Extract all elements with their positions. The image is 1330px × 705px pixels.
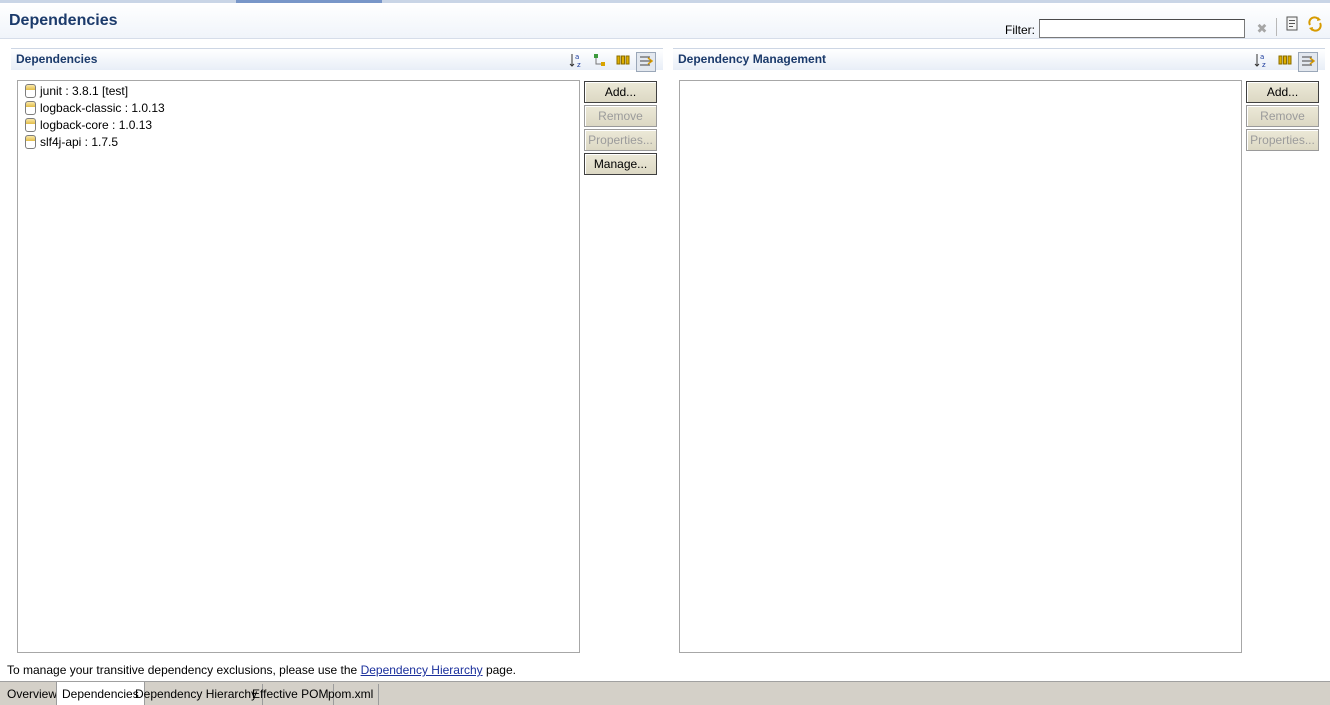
list-item[interactable]: logback-classic : 1.0.13 [25,99,165,116]
list-item[interactable]: junit : 3.8.1 [test] [25,82,128,99]
hint-text-after: page. [482,663,516,677]
remove-managed-dependency-button[interactable]: Remove [1246,105,1319,127]
tab-pom-xml[interactable]: pom.xml [323,684,380,705]
show-groupid-icon[interactable] [590,52,610,72]
sort-alpha-icon[interactable]: az [1252,52,1272,72]
dependency-properties-button[interactable]: Properties... [584,129,657,151]
manage-dependency-button[interactable]: Manage... [584,153,657,175]
filter-input[interactable] [1039,19,1245,38]
svg-text:z: z [1262,61,1266,68]
jar-icon [25,134,36,149]
dependency-label: slf4j-api : 1.7.5 [40,134,119,149]
exclusions-hint: To manage your transitive dependency exc… [7,663,516,677]
save-pom-icon[interactable] [1284,16,1300,32]
management-section-title: Dependency Management [678,52,827,66]
add-managed-dependency-button[interactable]: Add... [1246,81,1319,103]
filter-label: Filter: [1005,23,1035,37]
jar-icon [25,100,36,115]
collapse-icon[interactable] [636,52,656,72]
columns-icon[interactable] [1275,52,1295,72]
clear-filter-icon[interactable]: ✖ [1254,22,1270,38]
list-item[interactable]: slf4j-api : 1.7.5 [25,133,118,150]
page-title: Dependencies [9,12,118,29]
svg-text:z: z [577,61,581,68]
dependency-hierarchy-link[interactable]: Dependency Hierarchy [361,663,483,677]
add-dependency-button[interactable]: Add... [584,81,657,103]
dependencies-section-header: Dependencies [11,48,663,70]
list-item[interactable]: logback-core : 1.0.13 [25,116,152,133]
collapse-icon[interactable] [1298,52,1318,72]
sort-alpha-icon[interactable]: az [567,52,587,72]
dependency-management-list[interactable] [679,80,1242,653]
dependency-label: logback-core : 1.0.13 [40,117,153,132]
managed-dependency-properties-button[interactable]: Properties... [1246,129,1319,151]
jar-icon [25,117,36,132]
remove-dependency-button[interactable]: Remove [584,105,657,127]
hint-text-before: To manage your transitive dependency exc… [7,663,361,677]
refresh-icon[interactable] [1307,16,1323,32]
tab-effective-pom[interactable]: Effective POM [247,684,335,705]
management-section-header: Dependency Management [673,48,1325,70]
dependency-label: logback-classic : 1.0.13 [40,100,165,115]
dependencies-section-title: Dependencies [16,52,98,66]
svg-text:a: a [1260,53,1264,61]
dependencies-list[interactable]: junit : 3.8.1 [test] logback-classic : 1… [17,80,580,653]
jar-icon [25,83,36,98]
svg-text:a: a [575,53,579,61]
tab-overview[interactable]: Overview [2,684,64,705]
editor-tab-bar: Overview Dependencies Dependency Hierarc… [0,681,1330,705]
dependency-label: junit : 3.8.1 [test] [40,83,129,98]
header-separator [1276,18,1277,36]
tab-dependency-hierarchy[interactable]: Dependency Hierarchy [130,684,264,705]
form-header: Dependencies Filter: ✖ [0,3,1330,39]
columns-icon[interactable] [613,52,633,72]
